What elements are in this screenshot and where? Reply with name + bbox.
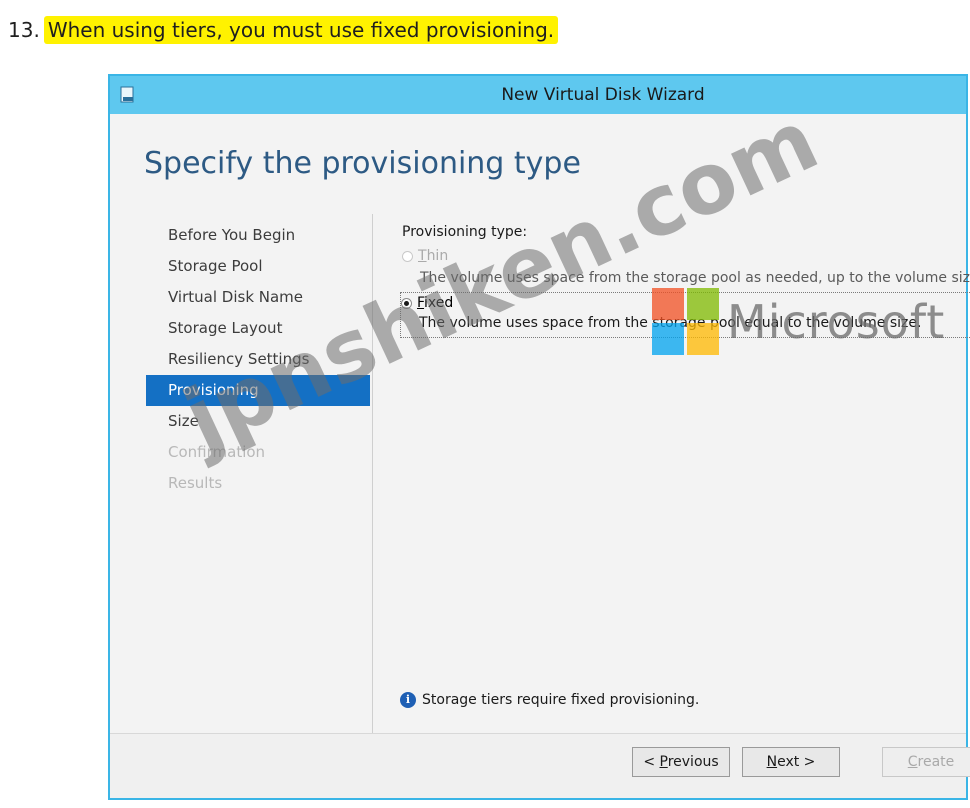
create-button: Create <box>882 747 970 777</box>
question-number: 13. <box>8 18 40 42</box>
step-virtual-disk-name[interactable]: Virtual Disk Name <box>146 282 370 313</box>
page-heading: Specify the provisioning type <box>144 146 581 181</box>
fixed-radio[interactable] <box>401 297 412 309</box>
step-confirmation: Confirmation <box>168 443 266 461</box>
thin-label: Thin <box>418 248 449 264</box>
step-storage-layout[interactable]: Storage Layout <box>146 313 370 344</box>
logo-square-yellow <box>687 323 719 355</box>
microsoft-logo-text: Microsoft <box>727 294 946 349</box>
microsoft-logo-icon <box>652 288 719 355</box>
next-button[interactable]: Next > <box>742 747 840 777</box>
microsoft-logo: Microsoft <box>652 288 945 355</box>
step-storage-pool[interactable]: Storage Pool <box>146 251 370 282</box>
question-note: 13. When using tiers, you must use fixed … <box>8 16 559 44</box>
step-resiliency-settings[interactable]: Resiliency Settings <box>146 344 370 375</box>
info-icon: i <box>400 692 416 708</box>
thin-radio <box>402 250 413 262</box>
thin-description: The volume uses space from the storage p… <box>420 270 970 286</box>
vertical-divider <box>372 214 373 734</box>
step-provisioning[interactable]: Provisioning <box>146 375 370 406</box>
thin-option: Thin <box>402 248 966 264</box>
fixed-label[interactable]: Fixed <box>417 295 453 311</box>
window-title: New Virtual Disk Wizard <box>501 85 705 105</box>
question-text: When using tiers, you must use fixed pro… <box>43 16 559 44</box>
step-before-you-begin[interactable]: Before You Begin <box>146 220 370 251</box>
wizard-window: New Virtual Disk Wizard Specify the prov… <box>108 74 970 800</box>
wizard-content: Specify the provisioning type Before You… <box>110 114 970 734</box>
previous-button[interactable]: < Previous <box>632 747 730 777</box>
logo-square-blue <box>652 323 684 355</box>
step-size[interactable]: Size <box>146 406 370 437</box>
wizard-steps: Before You Begin Storage Pool Virtual Di… <box>146 220 370 499</box>
info-text: Storage tiers require fixed provisioning… <box>422 692 700 708</box>
step-results: Results <box>168 474 223 492</box>
provisioning-type-label: Provisioning type: <box>402 224 528 240</box>
logo-square-red <box>652 288 684 320</box>
info-message: i Storage tiers require fixed provisioni… <box>400 692 699 708</box>
wizard-footer: < Previous Next > Create <box>110 733 970 798</box>
logo-square-green <box>687 288 719 320</box>
title-bar[interactable]: New Virtual Disk Wizard <box>110 76 966 114</box>
